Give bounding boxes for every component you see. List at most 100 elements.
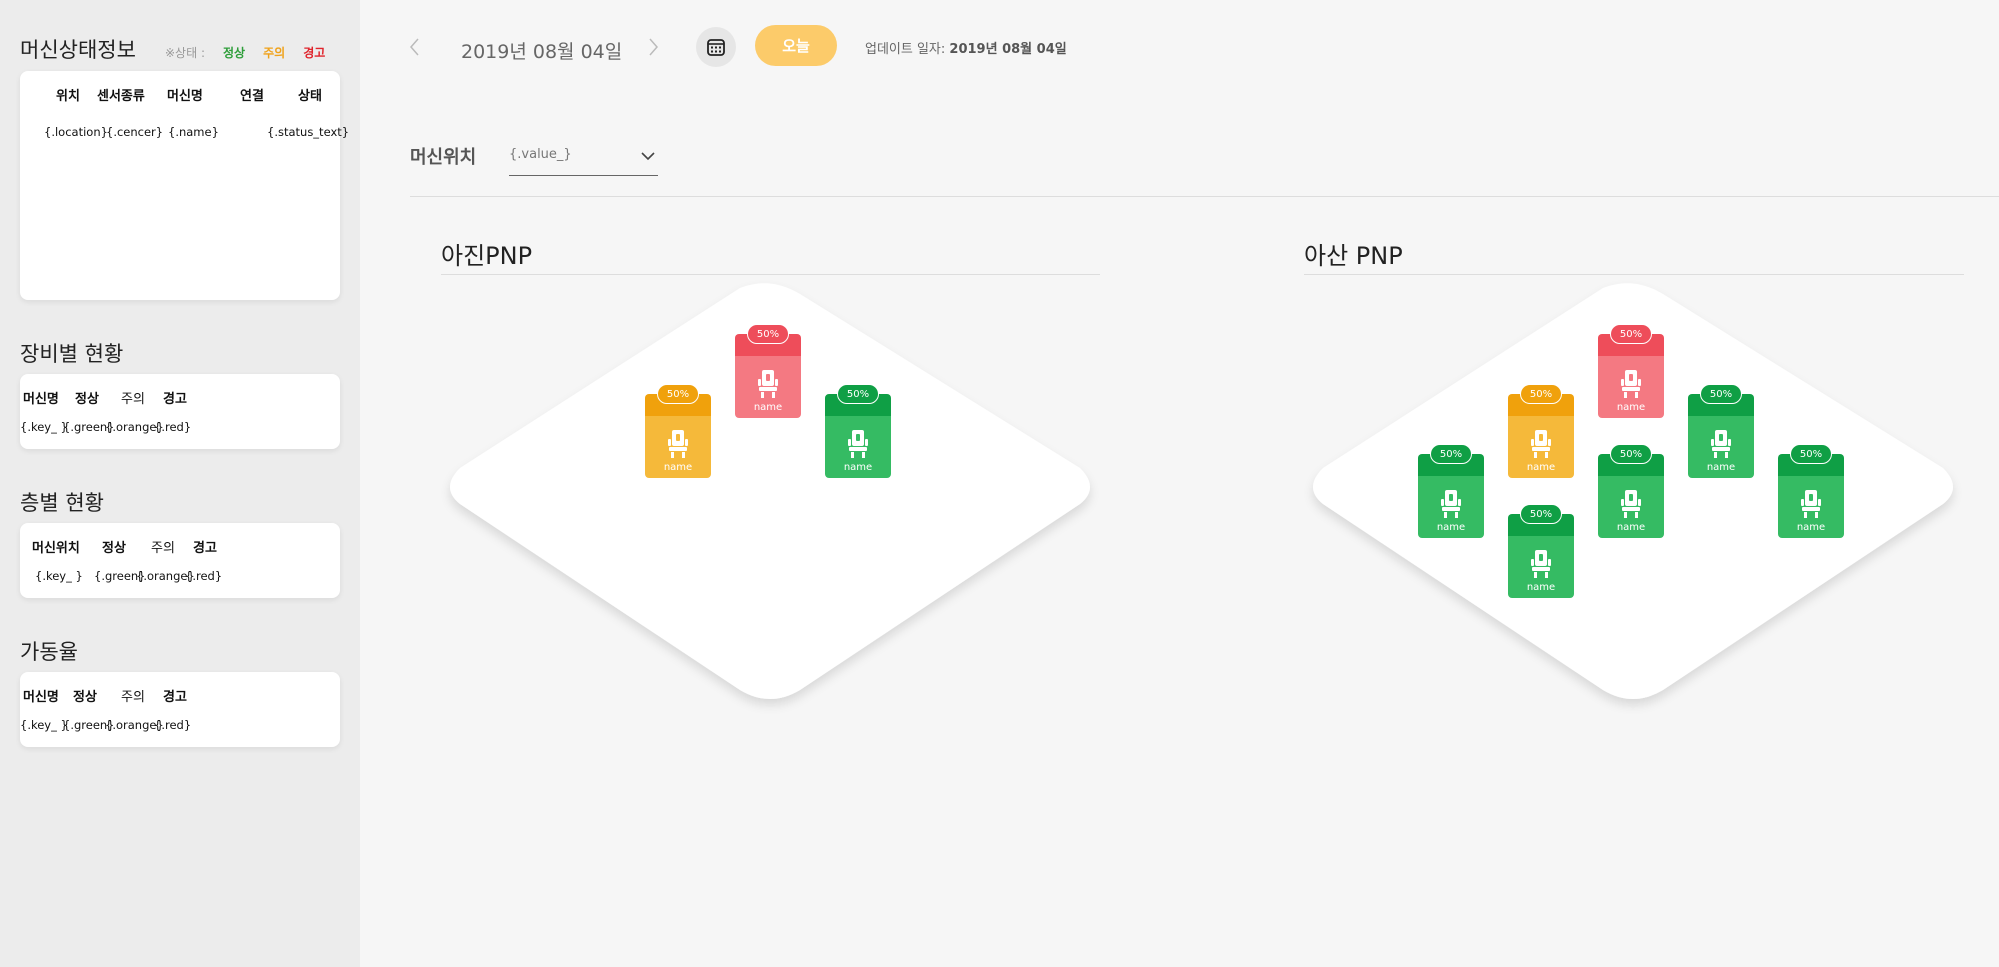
chevron-right-icon[interactable] (648, 36, 660, 64)
machine-icon (1441, 490, 1461, 518)
machine-icon (1801, 490, 1821, 518)
machine-status-card: 위치 센서종류 머신명 연결 상태 {.location} {.cencer} … (20, 71, 349, 300)
update-date: 2019년 08월 04일 (949, 42, 1067, 57)
cell-sensor: {.cencer} (106, 125, 164, 139)
floor-status-card: 머신위치 정상 주의 경고 {.key_ } {.green} {.orange… (20, 523, 340, 598)
machine-icon (1711, 430, 1731, 458)
machine-status-title: 머신상태정보 (20, 38, 136, 62)
machine-body: name (1508, 514, 1574, 598)
machine-card[interactable]: name 50% (1688, 384, 1754, 478)
update-info: 업데이트 일자: 2019년 08월 04일 (865, 38, 1067, 57)
legend-caution: 주의 (263, 46, 286, 60)
machine-icon (1621, 490, 1641, 518)
calendar-icon (707, 39, 725, 56)
machine-card[interactable]: name 50% (1508, 384, 1574, 478)
machine-name: name (1526, 582, 1556, 593)
header-warning: 경고 (163, 392, 187, 407)
machine-name: name (1526, 462, 1556, 473)
machine-percent-badge: 50% (747, 324, 789, 344)
chevron-left-icon[interactable] (408, 36, 420, 64)
machine-body: name (1418, 454, 1484, 538)
machine-icon (1531, 430, 1551, 458)
chevron-down-icon (640, 147, 656, 166)
sidebar: 머신상태정보 ※상태 : 정상 주의 경고 위치 센서종류 머신명 연결 상태 … (0, 0, 360, 967)
machine-body: name (735, 334, 801, 418)
header-machine-name: 머신명 (23, 690, 59, 705)
area-title: 아진PNP (441, 242, 533, 270)
machine-body: name (825, 394, 891, 478)
cell-key: {.key_ } (20, 420, 68, 434)
machine-percent-badge: 50% (1610, 324, 1652, 344)
legend-warning: 경고 (303, 46, 326, 60)
machine-body: name (1688, 394, 1754, 478)
cell-key: {.key_ } (35, 569, 83, 583)
machine-name: name (753, 402, 783, 413)
header-warning: 경고 (163, 690, 187, 705)
machine-card[interactable]: name 50% (1418, 444, 1484, 538)
machine-card[interactable]: name 50% (1598, 444, 1664, 538)
location-select[interactable]: {.value_} (509, 143, 658, 176)
cell-red: {.red} (154, 420, 192, 434)
machine-body: name (645, 394, 711, 478)
cell-location: {.location} (44, 125, 108, 139)
machine-name: name (1616, 522, 1646, 533)
area-divider (1304, 274, 1964, 275)
header-caution: 주의 (151, 541, 175, 556)
machine-percent-badge: 50% (657, 384, 699, 404)
machine-card[interactable]: name 50% (645, 384, 711, 478)
calendar-button[interactable] (696, 27, 736, 67)
machine-icon (848, 430, 868, 458)
legend-normal: 정상 (223, 46, 246, 60)
machine-card[interactable]: name 50% (735, 324, 801, 418)
area-divider (441, 274, 1100, 275)
machine-name: name (1616, 402, 1646, 413)
status-legend: ※상태 : 정상 주의 경고 (165, 44, 325, 61)
update-label: 업데이트 일자: (865, 42, 946, 57)
header-caution: 주의 (121, 392, 145, 407)
machine-percent-badge: 50% (1610, 444, 1652, 464)
legend-label: ※상태 : (165, 46, 205, 60)
equipment-status-card: 머신명 정상 주의 경고 {.key_ } {.green} {.orange}… (20, 374, 340, 449)
cell-key: {.key_ } (20, 718, 68, 732)
machine-name: name (663, 462, 693, 473)
machine-icon (668, 430, 688, 458)
machine-icon (758, 370, 778, 398)
operation-rate-card: 머신명 정상 주의 경고 {.key_ } {.green} {.orange}… (20, 672, 340, 747)
machine-name: name (1706, 462, 1736, 473)
location-select-value: {.value_} (509, 147, 572, 162)
machine-card[interactable]: name 50% (1598, 324, 1664, 418)
machine-percent-badge: 50% (1520, 384, 1562, 404)
header-machine-location: 머신위치 (32, 541, 80, 556)
cell-red: {.red} (154, 718, 192, 732)
header-warning: 경고 (193, 541, 217, 556)
header-connection: 연결 (240, 89, 264, 104)
machine-icon (1621, 370, 1641, 398)
header-machine-name: 머신명 (23, 392, 59, 407)
machine-percent-badge: 50% (1430, 444, 1472, 464)
equipment-status-title: 장비별 현황 (20, 342, 124, 366)
header-machine-name: 머신명 (167, 89, 203, 104)
cell-status: {.status_text} (267, 125, 350, 139)
divider (410, 196, 1999, 197)
header-sensor: 센서종류 (97, 89, 145, 104)
header-normal: 정상 (75, 392, 99, 407)
header-location: 위치 (56, 89, 80, 104)
machine-body: name (1508, 394, 1574, 478)
machine-card[interactable]: name 50% (825, 384, 891, 478)
location-filter-label: 머신위치 (410, 147, 477, 168)
machine-card[interactable]: name 50% (1778, 444, 1844, 538)
header-normal: 정상 (73, 690, 97, 705)
floor-status-title: 층별 현황 (20, 491, 104, 515)
header-caution: 주의 (121, 690, 145, 705)
machine-icon (1531, 550, 1551, 578)
machine-name: name (1796, 522, 1826, 533)
today-button[interactable]: 오늘 (755, 25, 837, 66)
machine-name: name (1436, 522, 1466, 533)
machine-card[interactable]: name 50% (1508, 504, 1574, 598)
area-title: 아산 PNP (1304, 242, 1403, 270)
machine-body: name (1598, 454, 1664, 538)
operation-rate-title: 가동율 (20, 640, 78, 664)
header-status: 상태 (298, 89, 322, 104)
current-date: 2019년 08월 04일 (461, 41, 623, 63)
machine-body: name (1598, 334, 1664, 418)
